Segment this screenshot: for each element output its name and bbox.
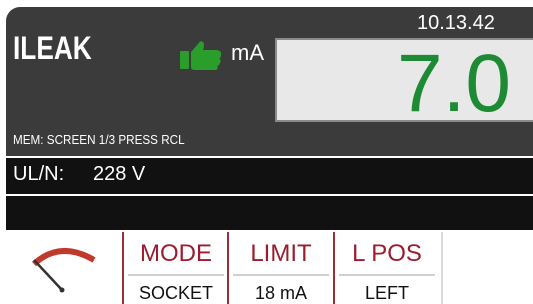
- tab-l-pos[interactable]: L POS LEFT: [333, 232, 439, 304]
- tab-limit-label: LIMIT: [250, 240, 312, 267]
- needle-gauge-icon[interactable]: [24, 240, 104, 296]
- tab-limit[interactable]: LIMIT 18 mA: [227, 232, 333, 304]
- voltage-bar: [6, 158, 533, 194]
- unit-label: mA: [231, 40, 264, 65]
- measurement-title: ILEAK: [13, 30, 92, 66]
- tab-empty: [441, 232, 533, 304]
- tab-limit-value: 18 mA: [254, 283, 308, 303]
- voltage-label: UL/N:: [13, 163, 65, 185]
- tab-l-pos-label: L POS: [352, 240, 422, 267]
- result-value: 7.0: [397, 38, 511, 129]
- meter-screen: ILEAK mA 10.13.42 7.0 MEM: SCREEN 1/3 PR…: [0, 0, 533, 304]
- voltage-value: 228 V: [93, 163, 146, 185]
- status-bar: [6, 196, 533, 230]
- memory-status-text: MEM: SCREEN 1/3 PRESS RCL: [13, 132, 185, 147]
- tab-mode[interactable]: MODE SOCKET: [122, 232, 228, 304]
- thumbs-up-icon: [180, 41, 222, 70]
- result-display: 7.0: [275, 38, 533, 129]
- tab-mode-label: MODE: [140, 240, 212, 267]
- tab-mode-value: SOCKET: [138, 283, 213, 303]
- tab-divider: [128, 274, 224, 276]
- tab-divider: [233, 274, 329, 276]
- tab-l-pos-value: LEFT: [364, 283, 409, 303]
- clock-time: 10.13.42: [417, 12, 495, 34]
- tab-divider: [339, 274, 435, 276]
